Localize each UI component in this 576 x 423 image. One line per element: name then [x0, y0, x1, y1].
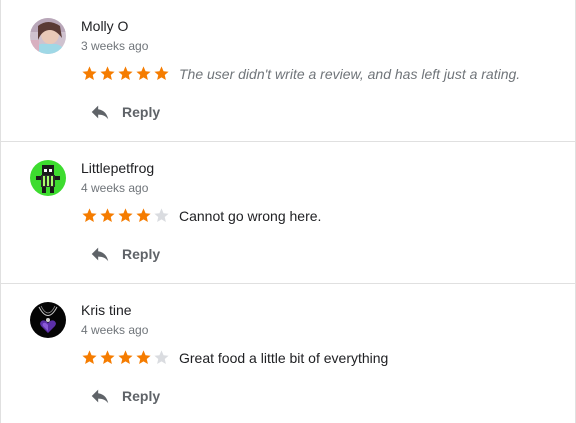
star-filled-icon [82, 350, 97, 365]
star-filled-icon [100, 350, 115, 365]
review-card: Littlepetfrog 4 weeks ago Cannot go wron… [1, 142, 575, 284]
reviewer-name[interactable]: Kris tine [81, 302, 132, 318]
reply-label: Reply [122, 388, 161, 404]
review-date: 4 weeks ago [81, 323, 149, 337]
star-filled-icon [136, 350, 151, 365]
review-card: Molly O 3 weeks ago The user didn't writ… [1, 0, 575, 142]
star-rating [81, 65, 170, 83]
star-filled-icon [154, 66, 169, 81]
star-rating [81, 207, 170, 225]
review-text: The user didn't write a review, and has … [179, 66, 521, 82]
reply-label: Reply [122, 104, 161, 120]
reply-icon [91, 105, 109, 120]
star-filled-icon [136, 208, 151, 223]
star-filled-icon [100, 66, 115, 81]
star-filled-icon [82, 208, 97, 223]
star-filled-icon [118, 208, 133, 223]
review-text: Great food a little bit of everything [179, 350, 389, 366]
reviews-list: Molly O 3 weeks ago The user didn't writ… [0, 0, 576, 423]
avatar-photo-icon [30, 18, 66, 54]
heart-necklace-avatar-icon [30, 302, 66, 338]
reply-button[interactable]: Reply [89, 384, 160, 408]
review-card: Kris tine 4 weeks ago Great food a littl… [1, 284, 575, 423]
reply-button[interactable]: Reply [89, 100, 160, 124]
avatar[interactable] [30, 160, 66, 196]
star-filled-icon [136, 66, 151, 81]
star-filled-icon [118, 350, 133, 365]
star-filled-icon [82, 66, 97, 81]
avatar[interactable] [30, 18, 66, 54]
reviewer-name[interactable]: Molly O [81, 18, 128, 34]
star-empty-icon [154, 350, 169, 365]
review-date: 3 weeks ago [81, 39, 149, 53]
star-rating [81, 349, 170, 367]
star-filled-icon [100, 208, 115, 223]
reply-label: Reply [122, 246, 161, 262]
star-empty-icon [154, 208, 169, 223]
review-date: 4 weeks ago [81, 181, 149, 195]
reviewer-name[interactable]: Littlepetfrog [81, 160, 154, 176]
avatar[interactable] [30, 302, 66, 338]
review-text: Cannot go wrong here. [179, 208, 322, 224]
star-filled-icon [118, 66, 133, 81]
reply-icon [91, 389, 109, 404]
reply-button[interactable]: Reply [89, 242, 160, 266]
pixel-frog-avatar-icon [30, 160, 66, 196]
reply-icon [91, 247, 109, 262]
